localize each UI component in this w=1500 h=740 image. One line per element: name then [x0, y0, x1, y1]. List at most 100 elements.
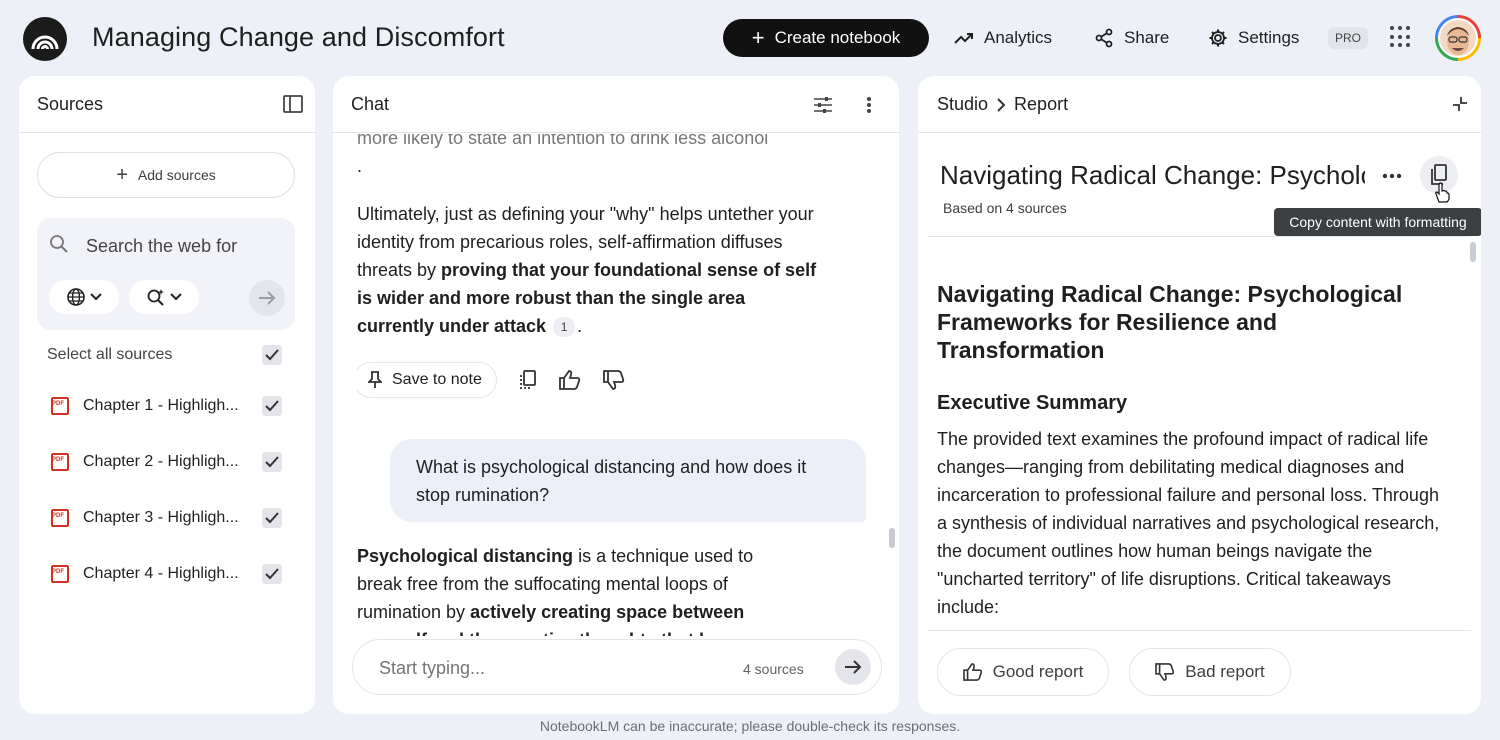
top-bar: Managing Change and Discomfort + Create … — [0, 0, 1500, 76]
thumbs-up-icon — [962, 663, 982, 681]
share-label: Share — [1124, 28, 1170, 47]
source-count: 4 sources — [743, 661, 804, 677]
report-footer-divider — [928, 630, 1471, 631]
account-avatar[interactable] — [1435, 15, 1481, 61]
create-notebook-button[interactable]: + Create notebook — [723, 19, 929, 57]
chevron-down-icon — [90, 293, 102, 301]
thumbs-up-icon[interactable] — [558, 370, 581, 390]
web-source-dropdown[interactable] — [49, 280, 119, 314]
breadcrumb: Studio Report — [937, 94, 1068, 115]
select-all-label: Select all sources — [47, 346, 173, 363]
source-item-label: Chapter 1 - Highligh... — [83, 397, 239, 414]
add-sources-label: Add sources — [137, 167, 216, 183]
source-checkbox[interactable] — [262, 396, 282, 416]
notebook-title[interactable]: Managing Change and Discomfort — [92, 22, 505, 53]
web-search-input[interactable]: Search the web for — [86, 236, 261, 257]
report-title: Navigating Radical Change: Psychological… — [940, 160, 1365, 190]
settings-label: Settings — [1238, 28, 1300, 47]
checkmark-icon — [265, 568, 279, 580]
source-checkbox[interactable] — [262, 508, 282, 528]
assistant-message: Ultimately, just as defining your "why" … — [357, 204, 817, 338]
good-report-label: Good report — [992, 662, 1084, 681]
chevron-right-icon — [997, 97, 1006, 112]
search-icon — [50, 235, 68, 253]
bad-report-label: Bad report — [1185, 662, 1265, 681]
chat-panel: Chat more likely to state an intention t… — [333, 76, 899, 714]
settings-button[interactable]: Settings — [1208, 19, 1299, 57]
bad-report-button[interactable]: Bad report — [1129, 648, 1291, 696]
arrow-right-icon — [259, 291, 276, 305]
tune-settings-icon[interactable] — [813, 96, 833, 114]
source-item[interactable]: Chapter 2 - Highligh... — [51, 449, 239, 475]
source-item-label: Chapter 3 - Highligh... — [83, 509, 239, 526]
pdf-icon — [51, 509, 69, 527]
chat-partial-line: more likely to state an intention to dri… — [357, 134, 769, 148]
analytics-label: Analytics — [984, 28, 1053, 47]
research-mode-dropdown[interactable] — [129, 280, 199, 314]
executive-summary-heading: Executive Summary — [937, 392, 1128, 414]
good-report-button[interactable]: Good report — [937, 648, 1109, 696]
studio-panel: Studio Report Navigating Radical Change:… — [918, 76, 1481, 714]
source-item-label: Chapter 4 - Highligh... — [83, 565, 239, 582]
collapse-icon[interactable] — [1452, 96, 1468, 112]
cursor-hand-icon — [1435, 182, 1450, 203]
notebooklm-logo-icon[interactable] — [23, 17, 67, 61]
pro-badge: PRO — [1328, 27, 1369, 49]
breadcrumb-studio[interactable]: Studio — [937, 94, 988, 115]
report-scrollbar[interactable] — [1470, 242, 1476, 262]
message-actions: Save to note — [357, 362, 625, 398]
create-notebook-label: Create notebook — [774, 28, 901, 47]
breadcrumb-report: Report — [1014, 94, 1069, 114]
sparkle-search-icon — [147, 289, 164, 306]
search-submit-button[interactable] — [249, 280, 285, 316]
sources-divider — [19, 132, 315, 133]
source-item[interactable]: Chapter 3 - Highligh... — [51, 505, 239, 531]
share-button[interactable]: Share — [1094, 19, 1169, 57]
citation-chip[interactable]: 1 — [553, 317, 576, 338]
send-button[interactable] — [835, 649, 871, 685]
user-message-bubble: What is psychological distancing and how… — [390, 439, 866, 522]
gear-icon — [1209, 29, 1227, 47]
apps-grid-icon[interactable] — [1390, 26, 1412, 48]
plus-icon: + — [751, 25, 765, 50]
pdf-icon — [51, 453, 69, 471]
copy-icon[interactable] — [519, 370, 537, 390]
report-heading: Navigating Radical Change: Psychological… — [937, 281, 1403, 363]
chat-input[interactable]: Start typing... 4 sources — [352, 639, 882, 695]
globe-icon — [67, 288, 85, 306]
collapse-panel-icon[interactable] — [283, 95, 303, 113]
checkmark-icon — [265, 456, 279, 468]
source-item[interactable]: Chapter 4 - Highligh... — [51, 561, 239, 587]
report-content: Navigating Radical Change: Psychological… — [937, 280, 1447, 630]
chat-input-placeholder: Start typing... — [379, 658, 486, 678]
add-sources-button[interactable]: + Add sources — [37, 152, 295, 198]
chat-scrollbar[interactable] — [889, 528, 895, 548]
chat-dot: . — [357, 156, 363, 176]
report-header-divider — [928, 236, 1471, 237]
pin-icon — [368, 371, 382, 388]
sources-panel: Sources + Add sources Search the web for… — [19, 76, 315, 714]
user-question: What is psychological distancing and how… — [416, 457, 807, 505]
copy-tooltip: Copy content with formatting — [1274, 208, 1481, 236]
analytics-button[interactable]: Analytics — [954, 19, 1052, 57]
source-checkbox[interactable] — [262, 452, 282, 472]
save-to-note-button[interactable]: Save to note — [357, 362, 497, 398]
avatar-face-icon — [1447, 27, 1469, 55]
assistant-answer: Psychological distancing is a technique … — [357, 546, 754, 636]
checkmark-icon — [265, 512, 279, 524]
select-all-checkbox[interactable] — [262, 345, 282, 365]
based-on-sources: Based on 4 sources — [943, 200, 1067, 216]
pdf-icon — [51, 397, 69, 415]
chevron-down-icon — [170, 293, 182, 301]
thumbs-down-icon — [1155, 663, 1175, 681]
thumbs-down-icon[interactable] — [602, 370, 625, 390]
pdf-icon — [51, 565, 69, 583]
source-item[interactable]: Chapter 1 - Highligh... — [51, 393, 239, 419]
source-checkbox[interactable] — [262, 564, 282, 584]
more-horiz-icon[interactable] — [1382, 173, 1402, 179]
chat-title: Chat — [351, 94, 390, 114]
web-search-box: Search the web for — [37, 218, 295, 330]
more-vert-icon[interactable] — [866, 96, 872, 114]
sources-title: Sources — [37, 94, 104, 114]
save-to-note-label: Save to note — [392, 371, 482, 388]
